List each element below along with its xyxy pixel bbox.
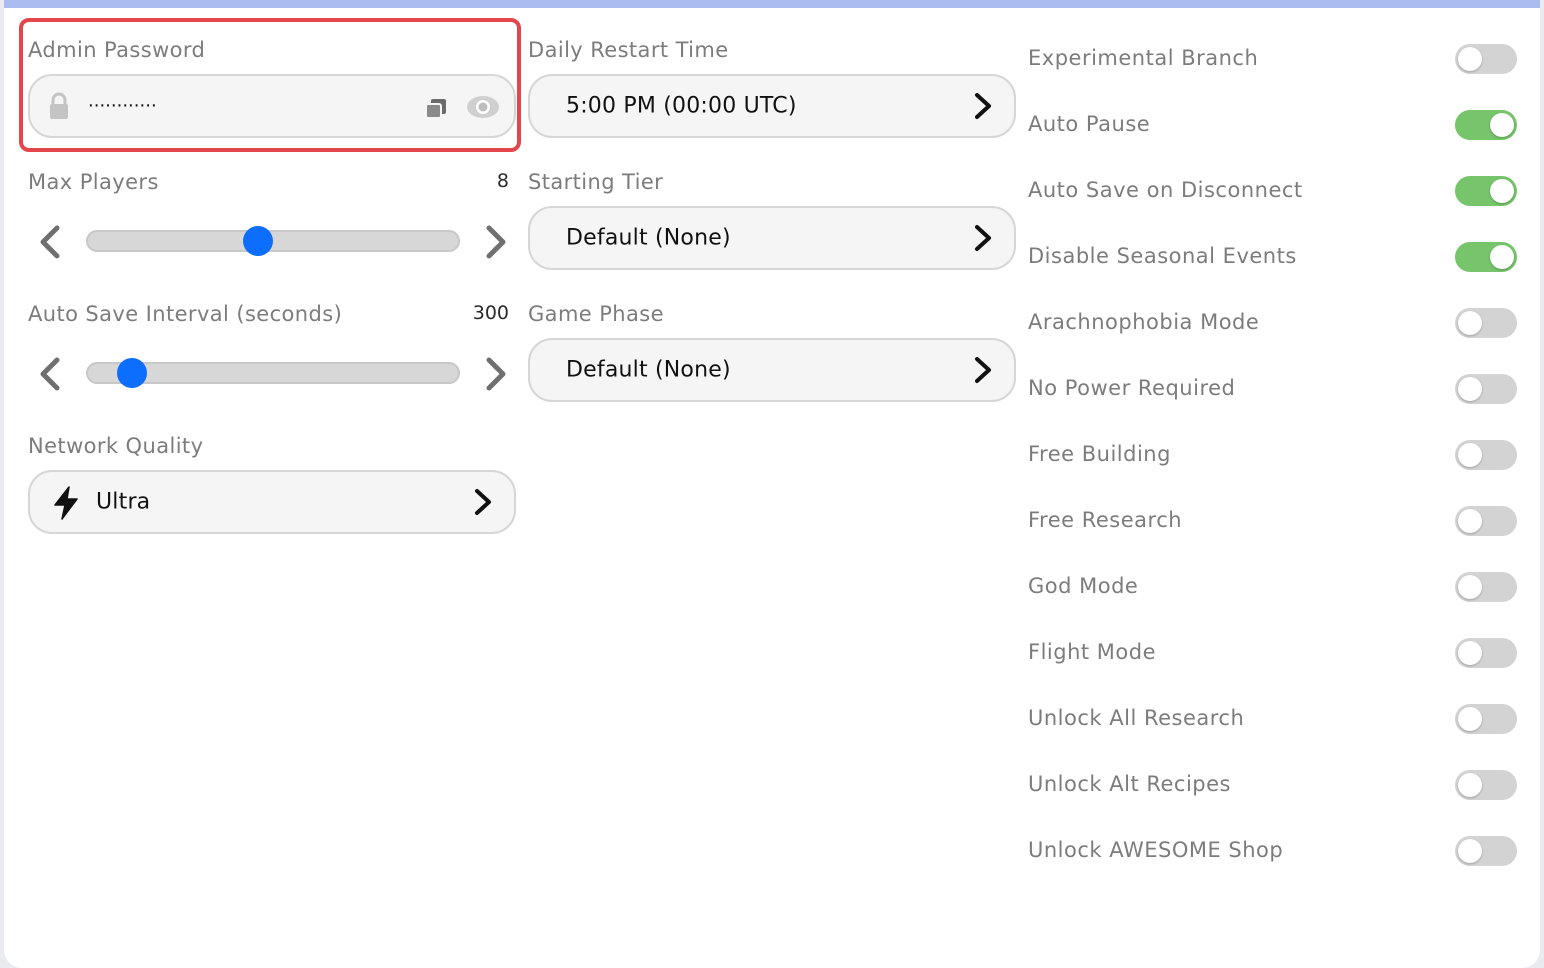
toggle-label: Arachnophobia Mode bbox=[1028, 310, 1260, 334]
toggle-label: Flight Mode bbox=[1028, 640, 1157, 664]
toggle-knob bbox=[1458, 575, 1482, 599]
admin-password-value: ············ bbox=[88, 95, 157, 117]
auto-save-slider-track[interactable] bbox=[86, 358, 460, 388]
chevron-right-icon bbox=[475, 489, 491, 515]
toggle-knob bbox=[1458, 773, 1482, 797]
toggle-switch[interactable] bbox=[1455, 836, 1517, 866]
toggle-label: Experimental Branch bbox=[1028, 46, 1259, 70]
daily-restart-select[interactable]: 5:00 PM (00:00 UTC) bbox=[528, 74, 1016, 138]
toggle-label: Unlock All Research bbox=[1028, 706, 1245, 730]
auto-save-slider-thumb[interactable] bbox=[117, 358, 148, 388]
toggle-knob bbox=[1490, 245, 1514, 269]
toggle-switch[interactable] bbox=[1455, 110, 1517, 140]
game-phase-label: Game Phase bbox=[528, 302, 664, 326]
daily-restart-label: Daily Restart Time bbox=[528, 38, 729, 62]
toggle-switch[interactable] bbox=[1455, 638, 1517, 668]
auto-save-decrease-icon[interactable] bbox=[36, 356, 64, 392]
toggle-label: Unlock AWESOME Shop bbox=[1028, 838, 1284, 862]
network-quality-value: Ultra bbox=[96, 489, 151, 515]
toggle-knob bbox=[1458, 839, 1482, 863]
admin-password-field[interactable]: ············ bbox=[28, 74, 516, 138]
chevron-right-icon bbox=[975, 357, 991, 383]
network-quality-label: Network Quality bbox=[28, 434, 204, 458]
toggle-knob bbox=[1458, 509, 1482, 533]
toggle-switch[interactable] bbox=[1455, 770, 1517, 800]
daily-restart-value: 5:00 PM (00:00 UTC) bbox=[566, 93, 797, 119]
toggle-switch[interactable] bbox=[1455, 308, 1517, 338]
toggle-knob bbox=[1490, 179, 1514, 203]
toggle-switch[interactable] bbox=[1455, 374, 1517, 404]
auto-save-increase-icon[interactable] bbox=[482, 356, 510, 392]
toggle-switch[interactable] bbox=[1455, 506, 1517, 536]
toggle-switch[interactable] bbox=[1455, 440, 1517, 470]
eye-icon[interactable] bbox=[466, 94, 500, 120]
top-accent-bar bbox=[4, 0, 1540, 8]
toggle-knob bbox=[1458, 47, 1482, 71]
auto-save-interval-value: 300 bbox=[472, 302, 509, 324]
max-players-label: Max Players bbox=[28, 170, 159, 194]
toggle-label: Free Building bbox=[1028, 442, 1171, 466]
toggle-switch[interactable] bbox=[1455, 572, 1517, 602]
max-players-increase-icon[interactable] bbox=[482, 224, 510, 260]
starting-tier-label: Starting Tier bbox=[528, 170, 664, 194]
toggle-switch[interactable] bbox=[1455, 704, 1517, 734]
toggle-switch[interactable] bbox=[1455, 44, 1517, 74]
starting-tier-select[interactable]: Default (None) bbox=[528, 206, 1016, 270]
max-players-value: 8 bbox=[496, 170, 509, 192]
toggle-knob bbox=[1458, 377, 1482, 401]
chevron-right-icon bbox=[975, 93, 991, 119]
server-settings-panel: Admin Password ············ Daily Restar… bbox=[4, 0, 1540, 968]
max-players-slider-thumb[interactable] bbox=[243, 226, 274, 256]
toggle-knob bbox=[1458, 311, 1482, 335]
game-phase-value: Default (None) bbox=[566, 357, 731, 383]
lightning-icon bbox=[54, 486, 78, 520]
chevron-right-icon bbox=[975, 225, 991, 251]
game-phase-select[interactable]: Default (None) bbox=[528, 338, 1016, 402]
toggle-label: No Power Required bbox=[1028, 376, 1236, 400]
toggle-label: Auto Pause bbox=[1028, 112, 1151, 136]
max-players-slider-track[interactable] bbox=[86, 226, 460, 256]
toggle-label: God Mode bbox=[1028, 574, 1139, 598]
starting-tier-value: Default (None) bbox=[566, 225, 731, 251]
network-quality-select[interactable]: Ultra bbox=[28, 470, 516, 534]
toggle-label: Disable Seasonal Events bbox=[1028, 244, 1297, 268]
toggle-knob bbox=[1458, 707, 1482, 731]
toggle-knob bbox=[1458, 641, 1482, 665]
toggle-knob bbox=[1458, 443, 1482, 467]
toggle-switch[interactable] bbox=[1455, 242, 1517, 272]
toggle-label: Auto Save on Disconnect bbox=[1028, 178, 1303, 202]
toggle-switch[interactable] bbox=[1455, 176, 1517, 206]
toggle-knob bbox=[1490, 113, 1514, 137]
lock-icon bbox=[50, 92, 68, 119]
admin-password-label: Admin Password bbox=[28, 38, 206, 62]
auto-save-interval-label: Auto Save Interval (seconds) bbox=[28, 302, 343, 326]
toggle-label: Free Research bbox=[1028, 508, 1183, 532]
toggle-label: Unlock Alt Recipes bbox=[1028, 772, 1231, 796]
max-players-decrease-icon[interactable] bbox=[36, 224, 64, 260]
copy-icon[interactable] bbox=[424, 96, 448, 120]
